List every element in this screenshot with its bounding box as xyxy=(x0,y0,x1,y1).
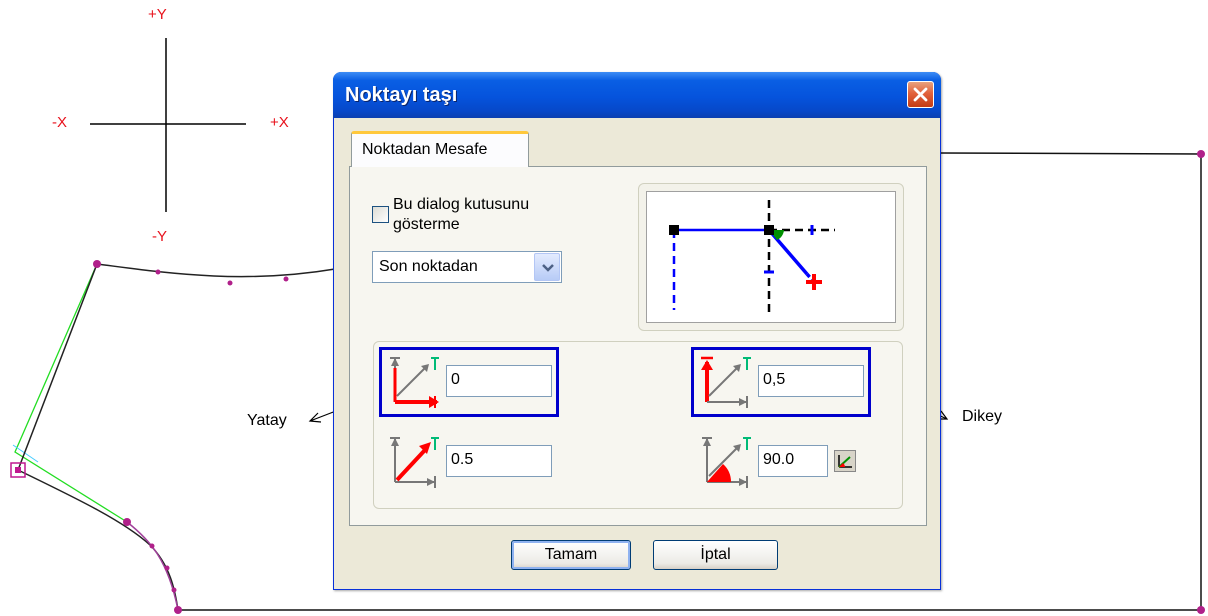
vertical-distance-input[interactable]: 0,5 xyxy=(758,365,864,397)
horizontal-distance-input[interactable]: 0 xyxy=(446,365,552,397)
guide-line xyxy=(14,263,128,523)
close-button[interactable] xyxy=(907,81,934,108)
curve-point[interactable] xyxy=(171,587,177,593)
distance-parameters-group: 0 0,5 0.5 90.0 xyxy=(373,341,903,509)
corner-point[interactable] xyxy=(1197,606,1205,614)
length-icon xyxy=(390,437,439,488)
axis-label-minus-y: -Y xyxy=(152,228,167,245)
curve-point[interactable] xyxy=(227,280,233,286)
mode-select[interactable]: Son noktadan xyxy=(372,251,562,283)
curve-point[interactable] xyxy=(164,565,170,571)
tab-noktadan-mesafe[interactable]: Noktadan Mesafe xyxy=(351,131,529,167)
axis-label-plus-x: +X xyxy=(270,114,289,131)
pattern-bottom-curve-overlay xyxy=(126,521,179,611)
tab-label: Noktadan Mesafe xyxy=(362,141,488,158)
pattern-left-edge xyxy=(17,263,98,471)
angle-input[interactable]: 90.0 xyxy=(758,445,828,477)
dialog-title: Noktayı taşı xyxy=(345,84,458,106)
curve-point[interactable] xyxy=(283,276,289,282)
annotation-yatay: Yatay xyxy=(247,412,287,429)
preview-frame xyxy=(638,183,904,331)
length-input[interactable]: 0.5 xyxy=(446,445,552,477)
cancel-button[interactable]: İptal xyxy=(653,540,778,570)
angle-picker-button[interactable] xyxy=(834,450,856,472)
curve-point[interactable] xyxy=(123,518,131,526)
dont-show-checkbox[interactable] xyxy=(372,206,389,223)
dialog-titlebar[interactable]: Noktayı taşı xyxy=(333,72,941,118)
move-point-dialog: Noktayı taşı Noktadan Mesafe Bu dialog k… xyxy=(333,72,941,590)
move-preview-icon xyxy=(669,200,835,312)
corner-point[interactable] xyxy=(1197,150,1205,158)
pattern-bottom-curve xyxy=(17,469,179,611)
ok-button[interactable]: Tamam xyxy=(511,540,631,570)
vertical-distance-icon xyxy=(701,356,751,408)
dont-show-checkbox-label[interactable]: Bu dialog kutusunu gösterme xyxy=(393,195,593,235)
curve-point[interactable] xyxy=(149,543,155,549)
pattern-top-curve xyxy=(96,263,336,278)
mode-select-value: Son noktadan xyxy=(379,258,478,275)
dropdown-arrow-icon xyxy=(542,264,554,272)
curve-point[interactable] xyxy=(155,269,161,275)
annotation-dikey: Dikey xyxy=(962,408,1003,425)
axis-label-plus-y: +Y xyxy=(148,6,167,23)
curve-point[interactable] xyxy=(93,260,101,268)
preview-diagram xyxy=(646,191,896,323)
mode-select-dropdown-button[interactable] xyxy=(534,253,560,281)
tab-panel: Bu dialog kutusunu gösterme Son noktadan xyxy=(349,166,927,526)
angle-picker-icon xyxy=(838,455,852,468)
curve-point[interactable] xyxy=(174,606,182,614)
close-icon xyxy=(913,87,928,102)
angle-icon xyxy=(702,437,751,488)
dialog-body: Noktadan Mesafe Bu dialog kutusunu göste… xyxy=(337,118,937,586)
selected-point xyxy=(15,467,21,473)
horizontal-distance-icon xyxy=(390,357,439,408)
axis-label-minus-x: -X xyxy=(52,114,67,131)
